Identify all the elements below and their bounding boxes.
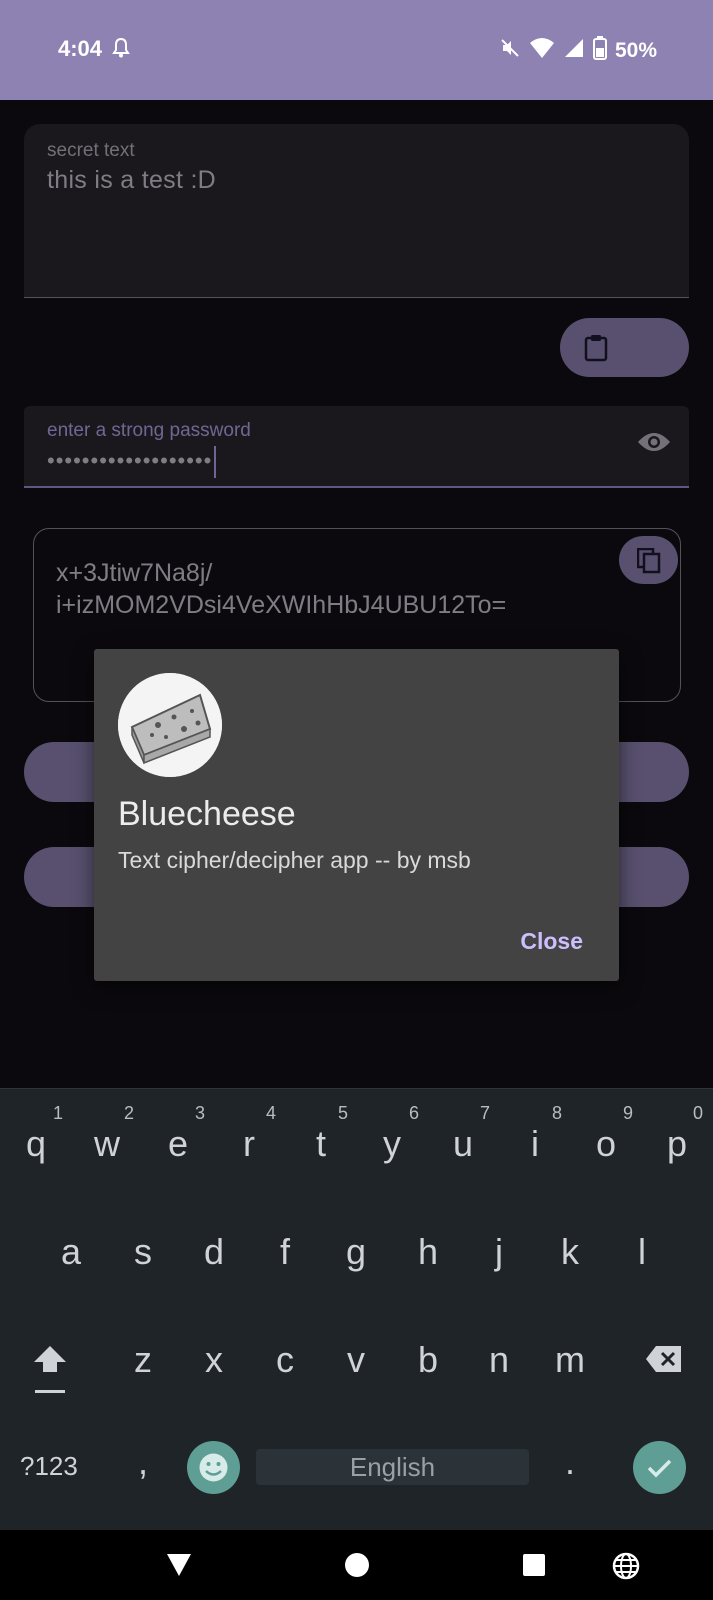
dialog-subtitle: Text cipher/decipher app -- by msb <box>118 847 471 873</box>
key-o[interactable]: o <box>571 1123 641 1165</box>
bell-icon <box>112 37 130 63</box>
shift-icon <box>34 1346 66 1393</box>
key-c[interactable]: c <box>250 1339 320 1381</box>
home-icon[interactable] <box>344 1552 370 1583</box>
key-hint: 4 <box>265 1103 276 1123</box>
backspace-icon <box>646 1346 681 1372</box>
key-s[interactable]: s <box>108 1231 178 1273</box>
emoji-icon <box>199 1453 228 1482</box>
shift-key[interactable] <box>32 1344 68 1401</box>
key-y[interactable]: y <box>357 1123 427 1165</box>
key-z[interactable]: z <box>108 1339 178 1381</box>
key-a[interactable]: a <box>36 1231 106 1273</box>
key-hint: 8 <box>551 1103 562 1123</box>
key-j[interactable]: j <box>464 1231 534 1273</box>
key-i[interactable]: i <box>500 1123 570 1165</box>
language-icon[interactable] <box>612 1552 640 1585</box>
key-m[interactable]: m <box>535 1339 605 1381</box>
key-b[interactable]: b <box>393 1339 463 1381</box>
key-q[interactable]: q <box>1 1123 71 1165</box>
key-hint: 0 <box>692 1103 703 1123</box>
enter-key[interactable] <box>633 1441 686 1494</box>
status-bar: 4:04 50% <box>0 0 713 100</box>
key-k[interactable]: k <box>535 1231 605 1273</box>
key-l[interactable]: l <box>607 1231 677 1273</box>
key-hint: 3 <box>194 1103 205 1123</box>
close-button[interactable]: Close <box>520 928 583 955</box>
dialog-title: Bluecheese <box>118 795 296 833</box>
mute-icon <box>499 37 521 65</box>
recents-icon[interactable] <box>522 1553 546 1582</box>
comma-key[interactable]: , <box>108 1441 178 1483</box>
key-hint: 5 <box>337 1103 348 1123</box>
wifi-icon <box>529 37 555 65</box>
status-time: 4:04 <box>58 36 103 61</box>
key-r[interactable]: r <box>214 1123 284 1165</box>
status-icons: 50% <box>499 36 657 66</box>
space-key[interactable]: English <box>256 1449 529 1485</box>
cheese-logo <box>118 673 222 777</box>
key-hint: 6 <box>408 1103 419 1123</box>
key-x[interactable]: x <box>179 1339 249 1381</box>
key-f[interactable]: f <box>250 1231 320 1273</box>
signal-icon <box>563 37 585 65</box>
symbols-key[interactable]: ?123 <box>20 1451 78 1482</box>
key-e[interactable]: e <box>143 1123 213 1165</box>
key-g[interactable]: g <box>321 1231 391 1273</box>
key-hint: 1 <box>52 1103 63 1123</box>
key-u[interactable]: u <box>428 1123 498 1165</box>
key-w[interactable]: w <box>72 1123 142 1165</box>
key-v[interactable]: v <box>321 1339 391 1381</box>
key-p[interactable]: p <box>642 1123 712 1165</box>
emoji-key[interactable] <box>187 1441 240 1494</box>
backspace-key[interactable] <box>645 1345 683 1378</box>
key-t[interactable]: t <box>286 1123 356 1165</box>
back-icon[interactable] <box>165 1552 193 1583</box>
key-d[interactable]: d <box>179 1231 249 1273</box>
battery-percent: 50% <box>614 39 657 62</box>
key-hint: 2 <box>123 1103 134 1123</box>
period-key[interactable]: . <box>535 1441 605 1483</box>
checkmark-icon <box>647 1459 672 1478</box>
key-hint: 7 <box>479 1103 490 1123</box>
keyboard: 1 2 3 4 5 6 7 8 9 0 q w e r t y u i o p … <box>0 1088 713 1531</box>
key-h[interactable]: h <box>393 1231 463 1273</box>
battery-icon <box>592 36 607 66</box>
key-hint: 9 <box>622 1103 633 1123</box>
about-dialog: Bluecheese Text cipher/decipher app -- b… <box>94 649 619 981</box>
key-n[interactable]: n <box>464 1339 534 1381</box>
navigation-bar <box>0 1530 713 1600</box>
